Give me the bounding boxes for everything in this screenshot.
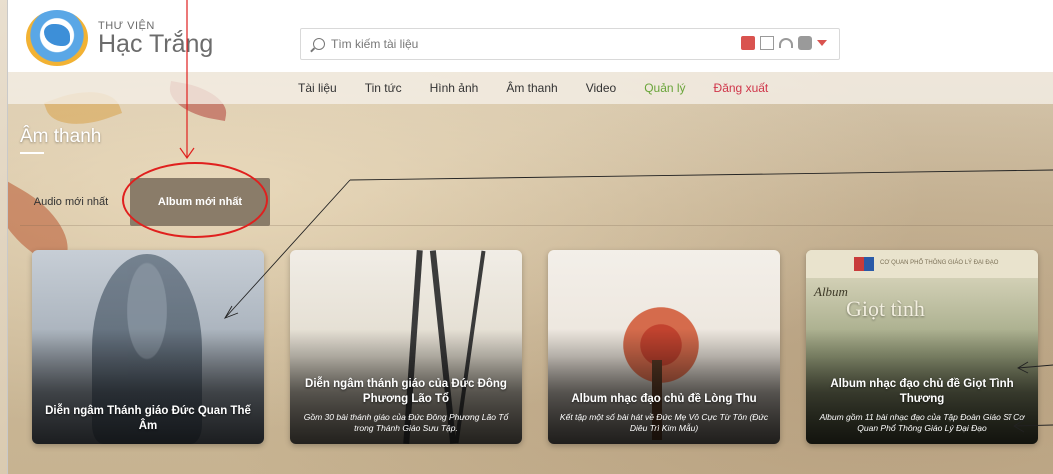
search-box[interactable]: Tìm kiếm tài liệu xyxy=(300,28,840,60)
image-filter-icon[interactable] xyxy=(760,36,774,50)
nav-item-video[interactable]: Video xyxy=(586,81,616,95)
album-cover-header: CƠ QUAN PHỔ THÔNG GIÁO LÝ ĐẠI ĐẠO xyxy=(806,250,1038,278)
nav-item-documents[interactable]: Tài liệu xyxy=(298,81,337,95)
nav-item-images[interactable]: Hình ảnh xyxy=(430,81,479,95)
album-card[interactable]: CƠ QUAN PHỔ THÔNG GIÁO LÝ ĐẠI ĐẠO Album … xyxy=(806,250,1038,444)
logo-crane-icon xyxy=(26,10,88,66)
card-title: Album nhạc đạo chủ đề Lòng Thu xyxy=(571,393,757,405)
card-description: Album gồm 11 bài nhạc đạo của Tập Đoàn G… xyxy=(819,412,1025,433)
headphones-filter-icon[interactable] xyxy=(779,38,793,48)
card-title: Album nhạc đạo chủ đề Giọt Tình Thương xyxy=(830,378,1014,405)
annotation-ellipse xyxy=(122,162,268,238)
video-filter-icon[interactable] xyxy=(798,36,812,50)
flag-icon xyxy=(864,257,874,271)
search-filter-icons xyxy=(741,36,827,50)
album-card[interactable]: Diễn ngâm Thánh giáo Đức Quan Thế Âm xyxy=(32,250,264,444)
album-cover-word: Album xyxy=(814,284,848,299)
card-title: Diễn ngâm thánh giáo của Đức Đông Phương… xyxy=(305,378,507,405)
album-card[interactable]: Album nhạc đạo chủ đề Lòng Thu Kết tập m… xyxy=(548,250,780,444)
document-filter-icon[interactable] xyxy=(741,36,755,50)
search-input[interactable]: Tìm kiếm tài liệu xyxy=(331,37,418,51)
site-header: THƯ VIỆN Hạc Trắng Tìm kiếm tài liệu xyxy=(8,0,1053,72)
logo-text: THƯ VIỆN Hạc Trắng xyxy=(98,20,214,58)
search-icon xyxy=(313,38,325,50)
card-description: Gồm 30 bài thánh giáo của Đức Đông Phươn… xyxy=(303,412,509,433)
flag-icon xyxy=(854,257,864,271)
nav-item-audio[interactable]: Âm thanh xyxy=(506,81,557,95)
nav-item-manage[interactable]: Quản lý xyxy=(644,81,685,95)
site-logo[interactable]: THƯ VIỆN Hạc Trắng xyxy=(26,10,213,66)
album-grid: Diễn ngâm Thánh giáo Đức Quan Thế Âm Diễ… xyxy=(32,250,1038,444)
page-frame: THƯ VIỆN Hạc Trắng Tìm kiếm tài liệu Tài… xyxy=(7,0,1053,474)
tab-latest-audio[interactable]: Audio mới nhất xyxy=(20,178,122,226)
logo-big-text: Hạc Trắng xyxy=(98,30,214,58)
chevron-down-icon[interactable] xyxy=(817,40,827,46)
main-nav: Tài liệu Tin tức Hình ảnh Âm thanh Video… xyxy=(8,72,1053,104)
title-underline xyxy=(20,152,44,154)
card-title: Diễn ngâm Thánh giáo Đức Quan Thế Âm xyxy=(45,405,251,432)
album-cover-publisher: CƠ QUAN PHỔ THÔNG GIÁO LÝ ĐẠI ĐẠO xyxy=(880,260,999,266)
nav-item-logout[interactable]: Đăng xuất xyxy=(714,81,769,95)
nav-item-news[interactable]: Tin tức xyxy=(365,81,402,95)
page-title: Âm thanh xyxy=(20,126,102,147)
album-card[interactable]: Diễn ngâm thánh giáo của Đức Đông Phương… xyxy=(290,250,522,444)
card-description: Kết tập một số bài hát về Đức Mẹ Vô Cực … xyxy=(559,412,769,433)
album-cover-title: Giọt tình xyxy=(846,296,925,321)
